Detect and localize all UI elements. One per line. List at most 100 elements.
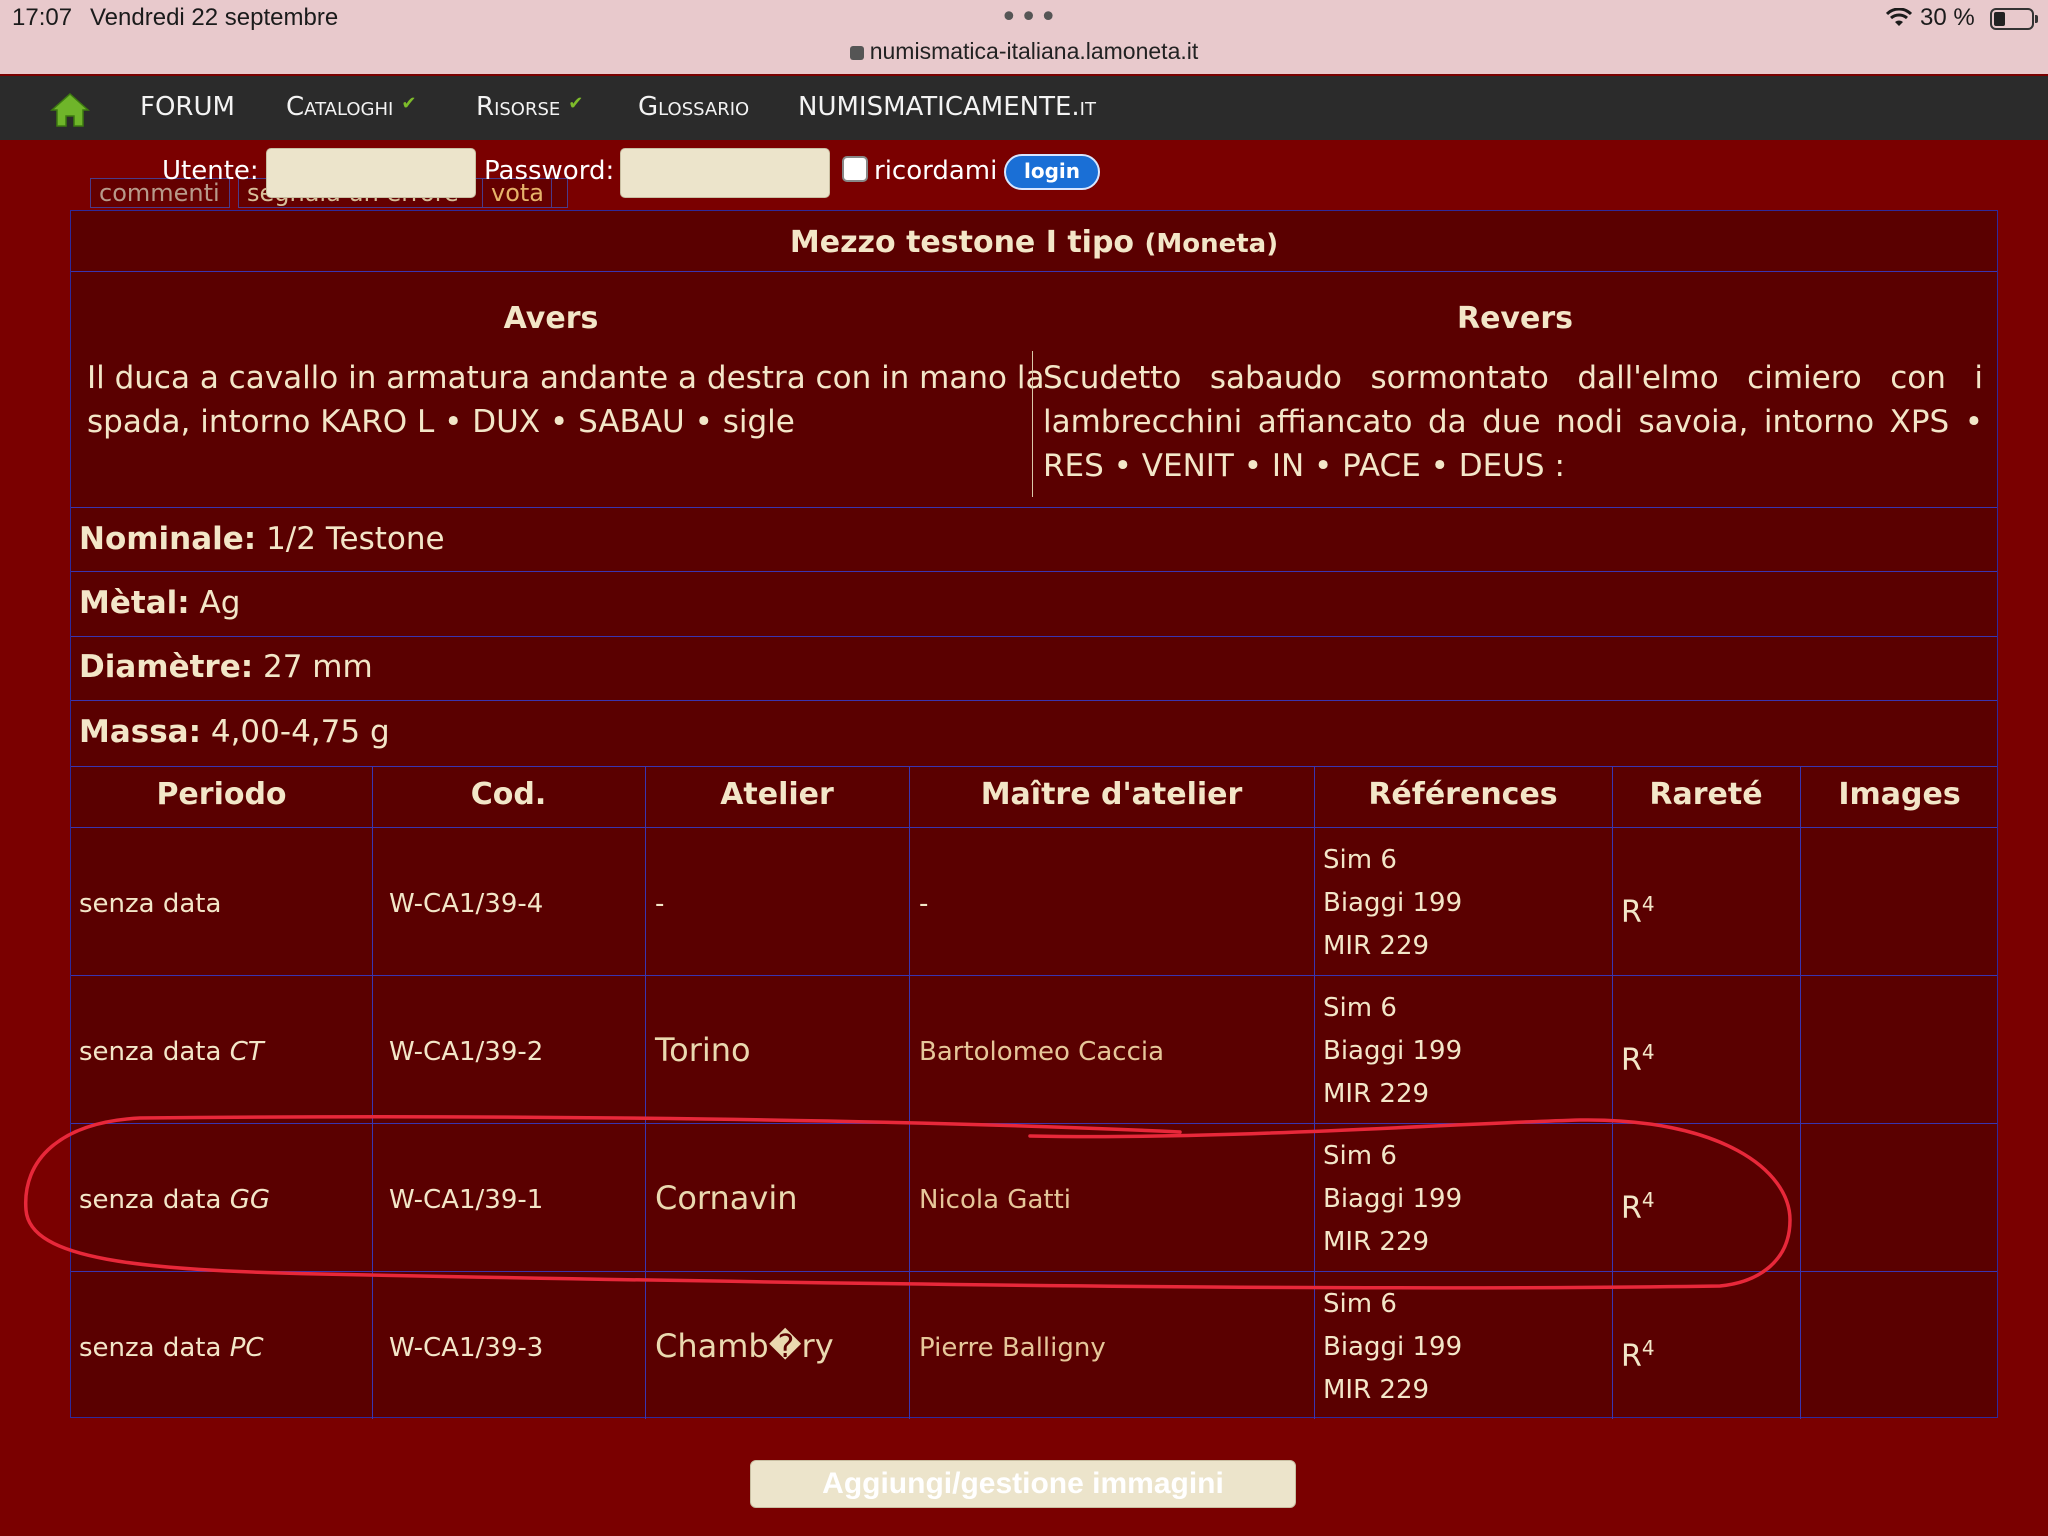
revers-description: Scudetto sabaudo sormontato dall'elmo ci… (1043, 360, 1983, 484)
col-rarete: Rareté (1649, 777, 1763, 812)
periodo-text: senza data (79, 1185, 222, 1215)
home-icon[interactable] (50, 92, 90, 128)
nav-cataloghi[interactable]: Cataloghi ✔ (286, 92, 416, 122)
rarete-letter: R (1621, 1043, 1642, 1078)
password-input[interactable] (620, 148, 830, 198)
more-dots-icon[interactable]: ••• (1000, 0, 1059, 35)
maitre-cell: Bartolomeo Caccia (919, 1037, 1165, 1067)
rarete-cell: R4 (1621, 1031, 1655, 1082)
status-date: Vendredi 22 septembre (90, 4, 339, 31)
rarete-cell: R4 (1621, 1327, 1655, 1378)
ref-mir: MIR 229 (1323, 931, 1430, 961)
col-maitre: Maître d'atelier (980, 777, 1243, 812)
battery-percent: 30 % (1920, 4, 1975, 31)
coin-table: Mezzo testone I tipo (Moneta) Avers Reve… (70, 210, 1998, 1419)
diametre-value: 27 mm (263, 649, 373, 685)
massa-row: Massa: 4,00-4,75 g (79, 714, 390, 750)
nav-cataloghi-label: Cataloghi (286, 92, 394, 122)
maitre-cell: Nicola Gatti (919, 1185, 1071, 1215)
col-references: Références (1368, 777, 1558, 812)
status-bar: 17:07 Vendredi 22 septembre ••• numismat… (0, 0, 2048, 74)
login-button[interactable]: login (1004, 154, 1100, 190)
massa-value: 4,00-4,75 g (210, 714, 390, 750)
col-periodo: Periodo (156, 777, 287, 812)
atelier-cell: Cornavin (655, 1179, 798, 1217)
rarete-exponent: 4 (1641, 1040, 1655, 1064)
avers-heading: Avers (503, 301, 599, 336)
remember-checkbox[interactable] (842, 156, 868, 182)
references-cell: Sim 6 Biaggi 199 MIR 229 (1323, 1135, 1462, 1264)
nav-risorse-label: Risorse (476, 92, 561, 122)
cod-cell: W-CA1/39-3 (389, 1333, 544, 1363)
periodo-sigla: PC (229, 1333, 264, 1363)
periodo-sigla: GG (229, 1185, 270, 1215)
atelier-cell: Torino (655, 1031, 751, 1069)
ref-sim: Sim 6 (1323, 993, 1397, 1023)
ref-mir: MIR 229 (1323, 1227, 1430, 1257)
ref-biaggi: Biaggi 199 (1323, 1184, 1463, 1214)
battery-icon (1990, 8, 2038, 30)
status-time: 17:07 (12, 4, 73, 31)
diametre-row: Diamètre: 27 mm (79, 649, 373, 685)
references-cell: Sim 6 Biaggi 199 MIR 229 (1323, 987, 1462, 1116)
manage-images-button[interactable]: Aggiungi/gestione immagini (750, 1460, 1296, 1508)
periodo-cell: senza data PC (79, 1327, 264, 1370)
atelier-cell: - (655, 889, 665, 919)
lock-icon (849, 46, 864, 60)
metal-row: Mètal: Ag (79, 585, 240, 621)
periodo-cell: senza data CT (79, 1031, 264, 1074)
main-nav: FORUM Cataloghi ✔ Risorse ✔ Glossario NUMI… (0, 76, 2048, 140)
nav-forum[interactable]: FORUM (140, 92, 235, 122)
metal-label: Mètal: (79, 585, 190, 621)
chevron-down-icon: ✔ (568, 93, 584, 114)
maitre-cell: - (919, 889, 929, 919)
rarete-cell: R4 (1621, 883, 1655, 934)
ref-sim: Sim 6 (1323, 1289, 1397, 1319)
utente-label: Utente: (162, 156, 259, 186)
cod-cell: W-CA1/39-4 (389, 889, 544, 919)
nav-numismaticamente[interactable]: NUMISMATICAMENTE.it (798, 92, 1096, 122)
address-bar[interactable]: numismatica-italiana.lamoneta.it (0, 38, 2048, 65)
avers-description: Il duca a cavallo in armatura andante a … (87, 360, 1045, 440)
references-cell: Sim 6 Biaggi 199 MIR 229 (1323, 839, 1462, 968)
periodo-text: senza data (79, 1333, 222, 1363)
ref-biaggi: Biaggi 199 (1323, 1036, 1463, 1066)
rarete-letter: R (1621, 1339, 1642, 1374)
cod-cell: W-CA1/39-1 (389, 1185, 544, 1215)
rarete-exponent: 4 (1641, 892, 1655, 916)
ref-mir: MIR 229 (1323, 1079, 1430, 1109)
nominale-row: Nominale: 1/2 Testone (79, 521, 445, 557)
periodo-cell: senza data GG (79, 1179, 270, 1222)
nominale-label: Nominale: (79, 521, 257, 557)
login-bar: Utente: Password: ricordami login (0, 148, 2048, 200)
col-images: Images (1838, 777, 1961, 812)
nav-glossario[interactable]: Glossario (638, 92, 749, 122)
coin-title-text: Mezzo testone I tipo (789, 225, 1135, 260)
nav-risorse[interactable]: Risorse ✔ (476, 92, 583, 122)
wifi-icon (1885, 7, 1913, 34)
col-atelier: Atelier (720, 777, 834, 812)
periodo-text: senza data (79, 1037, 222, 1067)
col-cod: Cod. (470, 777, 547, 812)
nominale-value: 1/2 Testone (266, 521, 445, 557)
utente-input[interactable] (266, 148, 476, 198)
ref-biaggi: Biaggi 199 (1323, 1332, 1463, 1362)
rarete-cell: R4 (1621, 1179, 1655, 1230)
periodo-cell: senza data (79, 883, 221, 926)
maitre-cell: Pierre Balligny (919, 1333, 1106, 1363)
periodo-sigla: CT (229, 1037, 264, 1067)
password-label: Password: (484, 156, 615, 186)
coin-kind: (Moneta) (1144, 229, 1279, 259)
revers-heading: Revers (1456, 301, 1573, 336)
url-text: numismatica-italiana.lamoneta.it (869, 38, 1199, 64)
rarete-exponent: 4 (1641, 1336, 1655, 1360)
references-cell: Sim 6 Biaggi 199 MIR 229 (1323, 1283, 1462, 1412)
ref-sim: Sim 6 (1323, 1141, 1397, 1171)
ref-sim: Sim 6 (1323, 845, 1397, 875)
rarete-letter: R (1621, 1191, 1642, 1226)
remember-label: ricordami (874, 156, 998, 186)
massa-label: Massa: (79, 714, 201, 750)
cod-cell: W-CA1/39-2 (389, 1037, 544, 1067)
coin-title: Mezzo testone I tipo (Moneta) (71, 225, 1997, 260)
periodo-text: senza data (79, 889, 222, 919)
